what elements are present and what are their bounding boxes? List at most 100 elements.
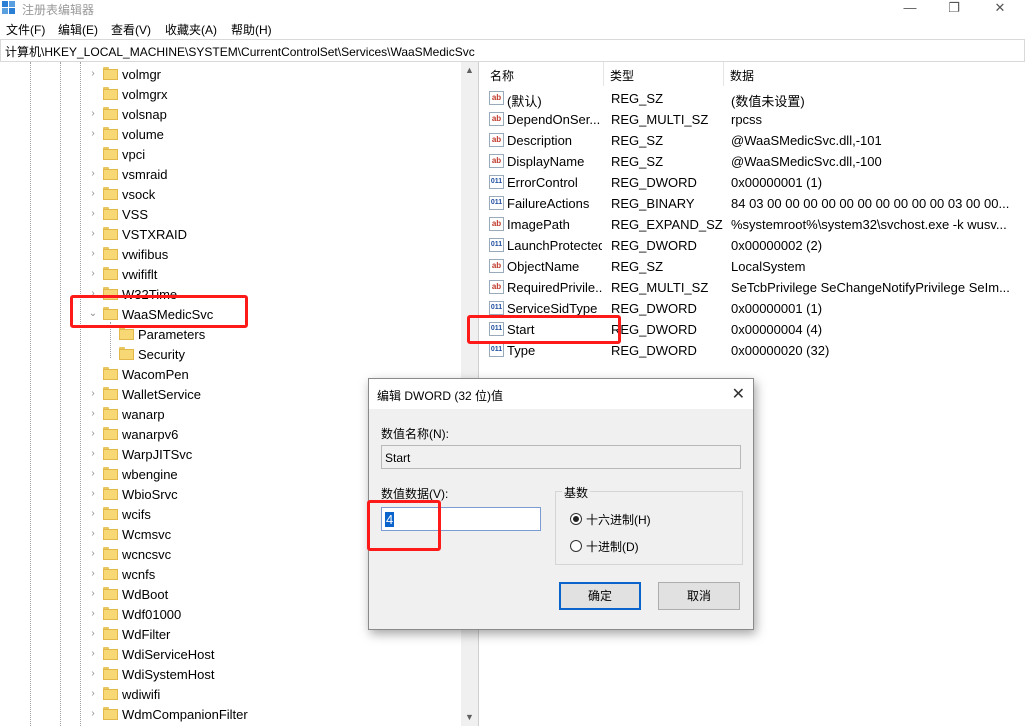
chevron-right-icon[interactable]: › <box>88 689 98 699</box>
tree-item[interactable]: › WdiSystemHost <box>0 664 460 684</box>
tree-item[interactable]: › vwififlt <box>0 264 460 284</box>
chevron-right-icon[interactable]: › <box>88 629 98 639</box>
tree-item-label: WalletService <box>122 387 201 402</box>
chevron-right-icon[interactable]: › <box>88 509 98 519</box>
tree-item[interactable]: › VSTXRAID <box>0 224 460 244</box>
tree-item[interactable]: Security <box>0 344 460 364</box>
tree-item-label: volmgrx <box>122 87 168 102</box>
tree-item-label: WarpJITSvc <box>122 447 193 462</box>
chevron-right-icon[interactable]: › <box>88 489 98 499</box>
chevron-right-icon[interactable]: › <box>88 189 98 199</box>
tree-item-label: WdmCompanionFilter <box>122 707 248 722</box>
cancel-button[interactable]: 取消 <box>658 582 740 610</box>
ok-button[interactable]: 确定 <box>559 582 641 610</box>
registry-value-row[interactable]: ab DependOnSer... REG_MULTI_SZ rpcss <box>484 109 1025 130</box>
tree-item[interactable]: › WdmCompanionFilter <box>0 704 460 724</box>
tree-item-label: Parameters <box>138 327 206 342</box>
tree-item[interactable]: › VSS <box>0 204 460 224</box>
dialog-close-icon[interactable]: ✕ <box>732 384 745 404</box>
menu-edit[interactable]: 编辑(E) <box>58 21 98 38</box>
registry-value-row[interactable]: ab RequiredPrivile... REG_MULTI_SZ SeTcbPri… <box>484 277 1025 298</box>
chevron-right-icon[interactable]: › <box>88 549 98 559</box>
menu-favorites[interactable]: 收藏夹(A) <box>165 21 217 38</box>
registry-value-row[interactable]: 011 LaunchProtected REG_DWORD 0x00000002 (2… <box>484 235 1025 256</box>
hex-radio-label[interactable]: 十六进制(H) <box>586 511 651 528</box>
value-name-field: Start <box>381 445 741 469</box>
registry-value-row[interactable]: ab Description REG_SZ @WaaSMedicSvc.dll,-10… <box>484 130 1025 151</box>
tree-item[interactable]: › WdiServiceHost <box>0 644 460 664</box>
menu-help[interactable]: 帮助(H) <box>231 21 272 38</box>
tree-item[interactable]: volmgrx <box>0 84 460 104</box>
value-data-cell: 84 03 00 00 00 00 00 00 00 00 00 00 03 0… <box>731 196 1010 211</box>
registry-value-row[interactable]: ab (默认) REG_SZ (数值未设置) <box>484 88 1025 109</box>
chevron-right-icon[interactable]: › <box>88 69 98 79</box>
chevron-right-icon[interactable]: › <box>88 609 98 619</box>
tree-item[interactable]: vpci <box>0 144 460 164</box>
tree-item[interactable]: › volmgr <box>0 64 460 84</box>
chevron-right-icon[interactable]: › <box>88 269 98 279</box>
binary-value-icon: 011 <box>489 301 504 315</box>
close-button[interactable]: ✕ <box>977 0 1023 18</box>
chevron-right-icon[interactable]: › <box>88 709 98 719</box>
binary-value-icon: 011 <box>489 343 504 357</box>
column-header-type[interactable]: 类型 <box>604 62 724 86</box>
value-data-cell: SeTcbPrivilege SeChangeNotifyPrivilege S… <box>731 280 1010 295</box>
folder-icon <box>103 487 118 500</box>
chevron-right-icon[interactable]: › <box>88 249 98 259</box>
folder-icon <box>103 167 118 180</box>
address-bar[interactable]: 计算机\HKEY_LOCAL_MACHINE\SYSTEM\CurrentCon… <box>0 39 1025 62</box>
chevron-right-icon[interactable]: › <box>88 449 98 459</box>
chevron-right-icon[interactable]: › <box>88 589 98 599</box>
hex-radio[interactable] <box>570 513 582 525</box>
tree-item[interactable]: › vsock <box>0 184 460 204</box>
chevron-right-icon[interactable]: › <box>88 169 98 179</box>
tree-item[interactable]: › vwifibus <box>0 244 460 264</box>
chevron-right-icon[interactable]: › <box>88 429 98 439</box>
chevron-right-icon[interactable]: › <box>88 389 98 399</box>
folder-icon <box>103 707 118 720</box>
maximize-button[interactable]: ❐ <box>931 0 977 18</box>
string-value-icon: ab <box>489 280 504 294</box>
value-data-cell: (数值未设置) <box>731 94 805 109</box>
folder-icon <box>119 327 134 340</box>
scroll-down-arrow-icon[interactable]: ▼ <box>461 709 478 726</box>
tree-item[interactable]: › volume <box>0 124 460 144</box>
minimize-button[interactable]: — <box>887 0 933 18</box>
column-header-data[interactable]: 数据 <box>724 62 1025 86</box>
chevron-right-icon[interactable]: › <box>88 109 98 119</box>
chevron-right-icon[interactable]: › <box>88 209 98 219</box>
scroll-up-arrow-icon[interactable]: ▲ <box>461 62 478 79</box>
tree-item-label: vpci <box>122 147 146 162</box>
menu-file[interactable]: 文件(F) <box>6 21 45 38</box>
tree-item[interactable]: › volsnap <box>0 104 460 124</box>
value-name-cell: Type <box>507 343 536 358</box>
registry-value-row[interactable]: ab ImagePath REG_EXPAND_SZ %systemroot%\sys… <box>484 214 1025 235</box>
chevron-right-icon[interactable]: › <box>88 569 98 579</box>
folder-icon <box>119 347 134 360</box>
tree-item[interactable]: › wdiwifi <box>0 684 460 704</box>
base-group: 基数 十六进制(H) 十进制(D) <box>555 484 743 565</box>
tree-item-label: wcncsvc <box>122 547 172 562</box>
chevron-right-icon[interactable]: › <box>88 649 98 659</box>
folder-icon <box>103 407 118 420</box>
tree-item[interactable]: › vsmraid <box>0 164 460 184</box>
value-data-cell: @WaaSMedicSvc.dll,-100 <box>731 154 882 169</box>
chevron-right-icon[interactable]: › <box>88 529 98 539</box>
registry-value-row[interactable]: 011 FailureActions REG_BINARY 84 03 00 00 0… <box>484 193 1025 214</box>
chevron-right-icon[interactable]: › <box>88 229 98 239</box>
column-header-name[interactable]: 名称 <box>484 62 604 86</box>
value-name-cell: ImagePath <box>507 217 570 232</box>
tree-item-label: vsock <box>122 187 156 202</box>
chevron-right-icon[interactable]: › <box>88 469 98 479</box>
chevron-right-icon[interactable]: › <box>88 129 98 139</box>
registry-value-row[interactable]: ab ObjectName REG_SZ LocalSystem <box>484 256 1025 277</box>
chevron-right-icon[interactable]: › <box>88 409 98 419</box>
value-name-cell: ErrorControl <box>507 175 578 190</box>
dec-radio[interactable] <box>570 540 582 552</box>
tree-item-label: vwifibus <box>122 247 169 262</box>
registry-value-row[interactable]: 011 ErrorControl REG_DWORD 0x00000001 (1) <box>484 172 1025 193</box>
dec-radio-label[interactable]: 十进制(D) <box>586 538 639 555</box>
menu-view[interactable]: 查看(V) <box>111 21 151 38</box>
registry-value-row[interactable]: ab DisplayName REG_SZ @WaaSMedicSvc.dll,-10… <box>484 151 1025 172</box>
chevron-right-icon[interactable]: › <box>88 669 98 679</box>
